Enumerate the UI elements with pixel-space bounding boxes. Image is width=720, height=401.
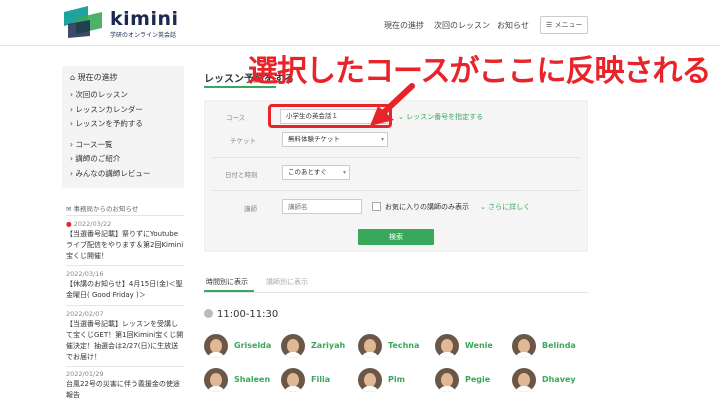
teacher-card[interactable]: Pim (358, 368, 434, 398)
avatar (512, 334, 536, 358)
teacher-card[interactable]: Shaleen (204, 368, 280, 398)
datetime-select[interactable]: このあとすぐ ▾ (282, 165, 350, 180)
teacher-name: Techna (388, 341, 420, 350)
nav-progress[interactable]: 現在の進捗 (384, 20, 424, 31)
clock-icon (204, 309, 213, 318)
sidebar-item-courses[interactable]: › コース一覧 (70, 138, 176, 153)
teacher-name: Filia (311, 375, 331, 384)
sidebar-item-calendar[interactable]: › レッスンカレンダー (70, 103, 176, 118)
teacher-card[interactable]: Filia (281, 368, 357, 398)
annotation-text: 選択したコースがここに反映される (248, 54, 711, 89)
alert-icon: ● (66, 220, 74, 228)
hamburger-icon: ☰ (546, 21, 555, 29)
chevron-down-icon: ▾ (342, 169, 346, 176)
teacher-name: Pegie (465, 375, 491, 384)
teacher-card[interactable]: Techna (358, 334, 434, 364)
avatar (435, 334, 459, 358)
teacher-name: Dhavey (542, 375, 576, 384)
ticket-select[interactable]: 無料体験チケット ▾ (282, 132, 388, 147)
logo-subtitle: 学研のオンライン英会話 (110, 32, 177, 39)
kimini-logo[interactable]: kimini 学研のオンライン英会話 (62, 6, 182, 40)
logo-text: kimini (110, 8, 179, 30)
teacher-label: 講師 (244, 205, 257, 213)
sidebar-item-reviews[interactable]: › みんなの講師レビュー (70, 167, 176, 182)
news-item[interactable]: ● 2022/03/22 【当選番号記載】祭りずにYoutubeライブ配信をやり… (66, 219, 184, 262)
search-button[interactable]: 検索 (358, 229, 434, 245)
news-heading: ✉ 事務局からのお知らせ (66, 205, 139, 213)
tab-baseline (204, 292, 588, 293)
teacher-name: Shaleen (234, 375, 271, 384)
time-slot-heading: 11:00-11:30 (204, 309, 278, 320)
menu-label: メニュー (554, 21, 583, 29)
news-item[interactable]: 2022/02/07 【当選番号記載】レッスンを受講して宝くじGET！第1回Ki… (66, 309, 184, 363)
course-label: コース (226, 114, 246, 122)
home-icon: ⌂ (70, 73, 78, 82)
avatar (281, 368, 305, 392)
form-divider (212, 157, 580, 158)
teacher-card[interactable]: Zariyah (281, 334, 357, 364)
annotation-highlight-box (268, 104, 392, 128)
sidebar-item-teachers[interactable]: › 講師のご紹介 (70, 152, 176, 167)
teacher-card[interactable]: Dhavey (512, 368, 588, 398)
news-divider (66, 265, 184, 266)
teacher-card[interactable]: Pegie (435, 368, 511, 398)
kimini-logo-mark (64, 6, 102, 38)
teacher-card[interactable]: Griselda (204, 334, 280, 364)
news-divider (66, 305, 184, 306)
chevron-down-icon: ▾ (380, 136, 384, 143)
news-divider (66, 215, 184, 216)
favorite-checkbox[interactable] (372, 202, 381, 211)
sidebar-title[interactable]: ⌂ 現在の進捗 (70, 72, 176, 83)
news-divider (66, 366, 184, 367)
favorite-label: お気に入りの講師のみ表示 (385, 203, 469, 211)
teacher-name-input[interactable] (282, 199, 362, 214)
avatar (358, 368, 382, 392)
avatar (512, 368, 536, 392)
teacher-card[interactable]: Belinda (512, 334, 588, 364)
more-options-link[interactable]: ⌄ さらに詳しく (480, 202, 530, 212)
ticket-label: チケット (230, 137, 256, 145)
news-item[interactable]: 2022/01/29 台風22号の災害に伴う義援金の使途報告 (66, 369, 184, 401)
avatar (204, 368, 228, 392)
nav-next-lesson[interactable]: 次回のレッスン (434, 20, 490, 31)
teacher-name: Zariyah (311, 341, 346, 350)
megaphone-icon: ✉ (66, 205, 74, 213)
teacher-name: Wenie (465, 341, 493, 350)
news-item[interactable]: 2022/03/16 【休講のお知らせ】4月15日(金)＜聖金曜日( Good … (66, 269, 184, 301)
avatar (435, 368, 459, 392)
nav-news[interactable]: お知らせ (497, 20, 529, 31)
sidebar-item-reserve[interactable]: › レッスンを予約する (70, 117, 176, 132)
top-header: kimini 学研のオンライン英会話 現在の進捗 次回のレッスン お知らせ ☰ … (0, 0, 720, 46)
datetime-label: 日付と時刻 (225, 171, 258, 179)
tab-by-teacher[interactable]: 講師別に表示 (266, 277, 308, 287)
form-divider (212, 190, 580, 191)
tab-by-time[interactable]: 時間別に表示 (206, 277, 248, 287)
teacher-name: Pim (388, 375, 405, 384)
avatar (204, 334, 228, 358)
active-tab-indicator (204, 290, 254, 292)
teacher-card[interactable]: Wenie (435, 334, 511, 364)
teacher-name: Griselda (234, 341, 272, 350)
menu-button[interactable]: ☰ メニュー (540, 16, 588, 34)
avatar (358, 334, 382, 358)
avatar (281, 334, 305, 358)
sidebar-item-next-lesson[interactable]: › 次回のレッスン (70, 88, 176, 103)
chevron-down-icon: ⌄ (480, 203, 489, 211)
teacher-name: Belinda (542, 341, 576, 350)
sidebar-nav: ⌂ 現在の進捗 › 次回のレッスン › レッスンカレンダー › レッスンを予約す… (62, 66, 184, 188)
